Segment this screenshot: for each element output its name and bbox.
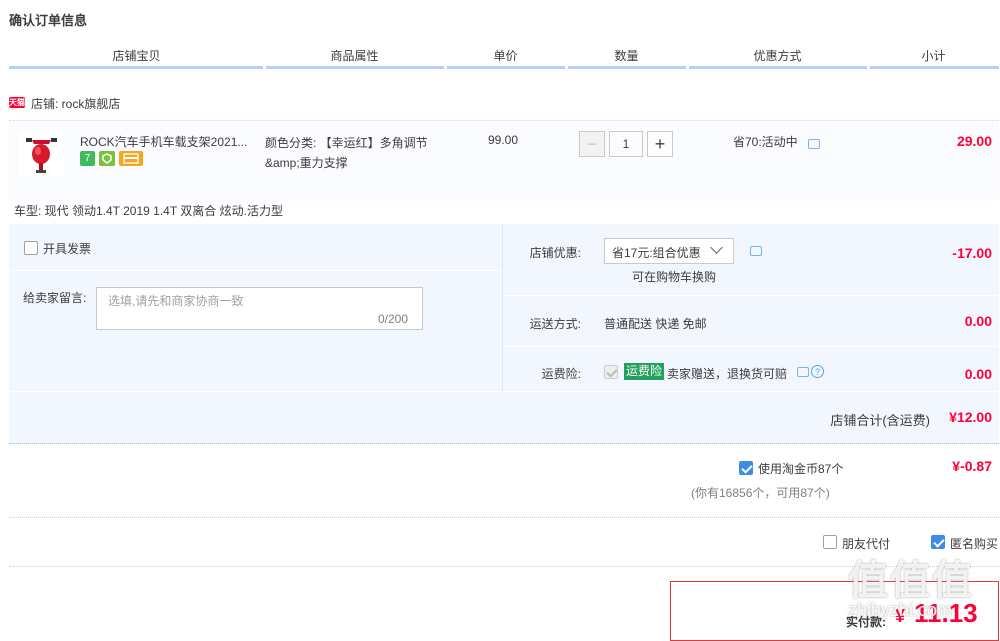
shop-discount-selected: 省17元:组合优惠: [612, 246, 701, 260]
chat-icon[interactable]: [797, 367, 809, 377]
col-header-quantity: 数量: [614, 49, 639, 63]
header-underline: [568, 66, 686, 69]
discount-info: 省70:活动中: [733, 135, 798, 149]
quantity-plus-button[interactable]: +: [647, 131, 673, 157]
insurance-amount: 0.00: [964, 366, 992, 382]
credit-card-icon[interactable]: [119, 151, 143, 166]
product-title-link[interactable]: ROCK汽车手机车载支架2021...: [80, 133, 256, 150]
shipping-amount: 0.00: [964, 313, 992, 329]
help-icon[interactable]: ?: [811, 365, 824, 378]
watermark-url: zhibyzhi.com: [848, 600, 953, 620]
insurance-label: 运费险:: [541, 367, 581, 381]
col-header-unit-price: 单价: [493, 49, 518, 63]
col-header-subtotal: 小计: [921, 49, 946, 63]
message-char-count: 0/200: [378, 312, 409, 326]
divider: [9, 270, 502, 271]
divider: [9, 443, 999, 444]
coins-label: 使用淘金币87个: [758, 462, 844, 476]
message-label: 给卖家留言:: [23, 291, 87, 305]
product-attributes: 颜色分类: 【幸运红】多角调节&amp;重力支撑: [265, 136, 428, 170]
item-subtotal: 29.00: [956, 133, 992, 149]
coins-checkbox[interactable]: [739, 461, 753, 475]
guarantee-icon[interactable]: [99, 151, 115, 166]
anonymous-checkbox[interactable]: [931, 535, 945, 549]
chat-icon[interactable]: [750, 246, 762, 256]
header-underline: [9, 66, 263, 69]
watermark-logo: 值值值: [848, 559, 974, 603]
shipping-label: 运送方式:: [529, 317, 581, 331]
quantity-input[interactable]: 1: [609, 131, 643, 157]
message-placeholder: 选填,请先和商家协商一致: [108, 294, 244, 308]
shop-total-label: 店铺合计(含运费): [830, 413, 930, 428]
divider: [9, 517, 999, 518]
divider: [503, 295, 999, 296]
shop-name-link[interactable]: 店铺: rock旗舰店: [31, 95, 120, 112]
quantity-minus-button[interactable]: −: [579, 131, 605, 157]
shop-discount-amount: -17.00: [952, 245, 992, 261]
header-underline: [447, 66, 565, 69]
insurance-text: 卖家赠送，退换货可赔: [667, 367, 788, 381]
tmall-icon: 天猫: [9, 97, 25, 108]
unit-price: 99.00: [488, 133, 519, 147]
invoice-checkbox[interactable]: [24, 241, 38, 255]
col-header-shop-item: 店铺宝贝: [112, 49, 161, 63]
friend-pay-checkbox[interactable]: [823, 535, 837, 549]
car-type-info: 车型: 现代 领动1.4T 2019 1.4T 双离合 炫动.活力型: [14, 204, 283, 218]
product-thumbnail[interactable]: [18, 130, 64, 176]
insurance-badge: 运费险: [624, 363, 665, 380]
invoice-label: 开具发票: [43, 242, 92, 256]
chat-icon[interactable]: [808, 139, 820, 149]
shop-total-amount: ¥12.00: [949, 409, 992, 425]
col-header-discount: 优惠方式: [753, 49, 802, 63]
divider: [9, 391, 999, 392]
phone-holder-image-icon: [18, 130, 64, 176]
shipping-method: 普通配送 快递 免邮: [604, 317, 707, 331]
header-underline: [266, 66, 444, 69]
divider: [503, 346, 999, 347]
header-underline: [689, 66, 867, 69]
shop-discount-label: 店铺优惠:: [529, 246, 581, 260]
shop-discount-hint: 可在购物车换购: [632, 270, 717, 284]
col-header-attributes: 商品属性: [330, 49, 379, 63]
insurance-checkbox: [604, 365, 618, 379]
coins-hint: (你有16856个，可用87个): [691, 486, 830, 500]
page-title: 确认订单信息: [9, 13, 88, 28]
coins-amount: ¥-0.87: [952, 458, 992, 474]
seven-day-return-icon[interactable]: 7: [80, 151, 95, 166]
header-underline: [870, 66, 999, 69]
